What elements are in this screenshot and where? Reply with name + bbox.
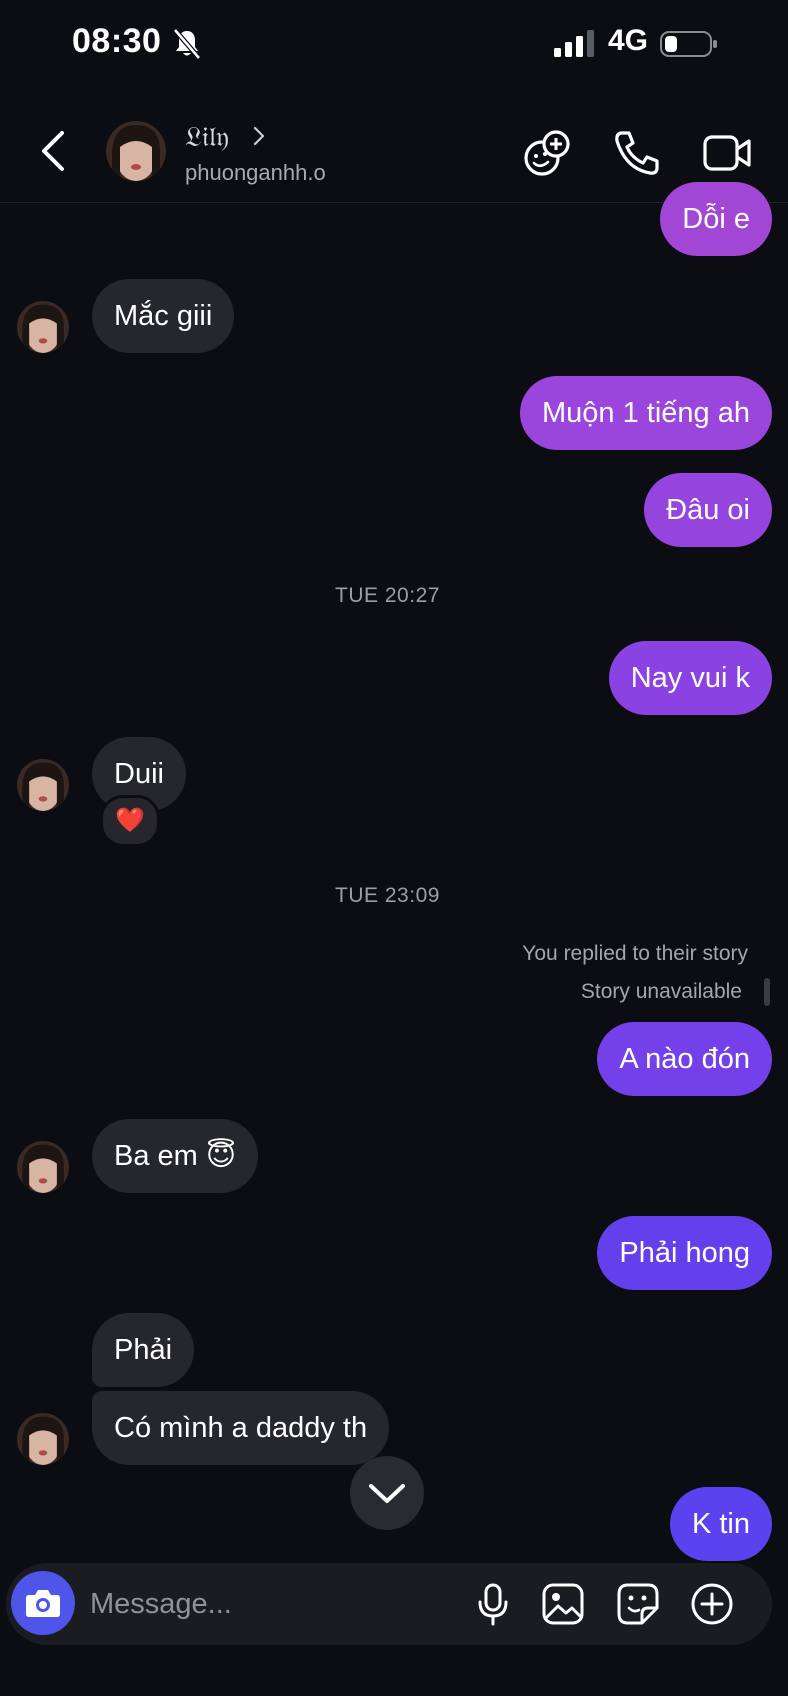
add-circle-icon[interactable] xyxy=(690,1582,734,1626)
gallery-icon[interactable] xyxy=(541,1582,585,1626)
microphone-icon[interactable] xyxy=(471,1582,515,1626)
camera-icon xyxy=(26,1590,60,1617)
sender-avatar[interactable] xyxy=(17,759,69,811)
bell-off-icon xyxy=(173,28,201,60)
story-reply-bar xyxy=(764,978,770,1006)
video-call-icon[interactable] xyxy=(702,128,752,178)
scroll-to-bottom-button[interactable] xyxy=(350,1456,424,1530)
battery-icon xyxy=(660,31,717,57)
contact-avatar[interactable] xyxy=(106,121,166,181)
chevron-right-icon[interactable] xyxy=(252,124,266,148)
sticker-icon[interactable] xyxy=(616,1582,660,1626)
story-reply-label: You replied to their story xyxy=(522,942,748,965)
message-bubble-sent[interactable]: Đâu oi xyxy=(644,473,772,547)
message-bubble-sent[interactable]: A nào đón xyxy=(597,1022,772,1096)
phone-call-icon[interactable] xyxy=(612,128,662,178)
heart-reaction-badge[interactable]: ❤️ xyxy=(100,795,160,847)
contact-username[interactable]: phuonganhh.o xyxy=(185,160,326,186)
status-time: 08:30 xyxy=(72,22,162,60)
story-unavailable-label: Story unavailable xyxy=(580,980,742,1003)
camera-button[interactable] xyxy=(11,1571,75,1635)
back-button[interactable] xyxy=(38,130,68,172)
contact-display-name[interactable]: 𝔏𝔦𝔩𝔶 xyxy=(185,120,229,154)
sender-avatar[interactable] xyxy=(17,1413,69,1465)
message-bubble-received[interactable]: Phải xyxy=(92,1313,195,1387)
message-bubble-sent[interactable]: Muộn 1 tiếng ah xyxy=(520,376,772,450)
message-bubble-received[interactable]: Có mình a daddy th xyxy=(92,1391,390,1465)
message-bubble-sent[interactable]: Nay vui k xyxy=(608,641,772,715)
chevron-down-icon xyxy=(369,1484,405,1503)
message-bubble-received[interactable]: Mắc giii xyxy=(92,279,235,353)
message-input[interactable] xyxy=(90,1584,450,1624)
add-people-icon[interactable] xyxy=(522,128,572,178)
sender-avatar[interactable] xyxy=(17,301,69,353)
sender-avatar[interactable] xyxy=(17,1141,69,1193)
message-bubble-received[interactable]: Ba em 😇 xyxy=(92,1119,259,1193)
message-bubble-sent[interactable]: Dỗi e xyxy=(660,182,772,256)
timestamp-separator: TUE 20:27 xyxy=(335,584,440,607)
signal-icon xyxy=(554,30,594,57)
message-bubble-sent[interactable]: Phải hong xyxy=(597,1216,772,1290)
network-type: 4G xyxy=(608,24,649,57)
message-bubble-sent[interactable]: K tin xyxy=(669,1487,772,1561)
timestamp-separator: TUE 23:09 xyxy=(335,884,440,907)
